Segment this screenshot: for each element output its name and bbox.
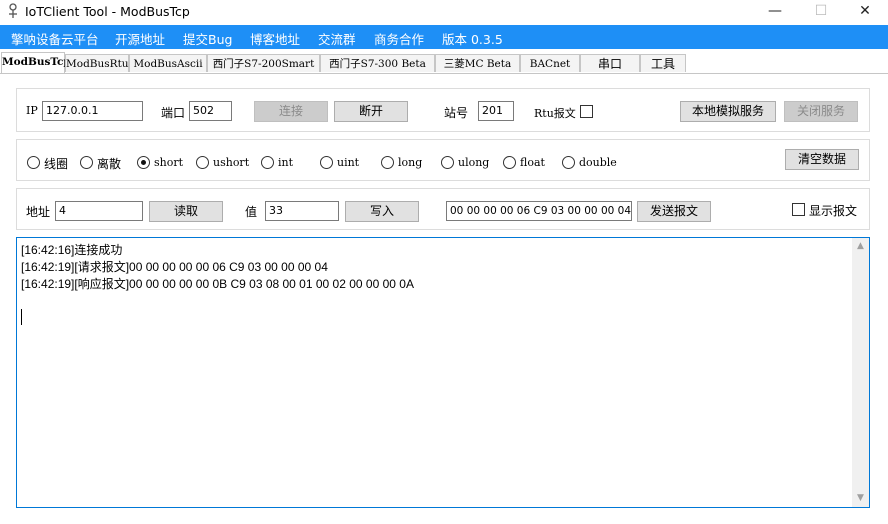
- tab-s7-300[interactable]: 西门子S7-300 Beta: [320, 54, 435, 72]
- radio-coil-label: 线圈: [44, 157, 69, 171]
- rtu-label: Rtu报文: [534, 107, 576, 120]
- tab-modbusascii[interactable]: ModBusAscii: [129, 54, 207, 72]
- local-sim-service-button[interactable]: 本地模拟服务: [680, 101, 776, 122]
- menu-business[interactable]: 商务合作: [374, 29, 424, 48]
- menu-open-source[interactable]: 开源地址: [115, 29, 165, 48]
- send-packet-button[interactable]: 发送报文: [637, 201, 711, 222]
- radio-ulong-label: ulong: [458, 156, 490, 169]
- connection-group: IP 127.0.0.1 端口 502 连接 断开 站号 201 Rtu报文 本…: [16, 88, 870, 132]
- tab-s7-200smart[interactable]: 西门子S7-200Smart: [207, 54, 320, 72]
- radio-coil[interactable]: [27, 156, 40, 169]
- radio-int-label: int: [278, 156, 294, 169]
- address-label: 地址: [26, 205, 51, 219]
- scroll-up-icon[interactable]: ▲: [852, 238, 869, 255]
- ip-input[interactable]: 127.0.0.1: [42, 101, 143, 121]
- disconnect-button[interactable]: 断开: [334, 101, 408, 122]
- menu-blog[interactable]: 博客地址: [250, 29, 300, 48]
- log-line: [16:42:19][请求报文]00 00 00 00 00 06 C9 03 …: [21, 260, 328, 274]
- value-label: 值: [245, 205, 258, 219]
- window-title: IoTClient Tool - ModBusTcp: [25, 4, 190, 19]
- log-textarea[interactable]: [16:42:16]连接成功 [16:42:19][请求报文]00 00 00 …: [16, 237, 870, 508]
- connect-button[interactable]: 连接: [254, 101, 328, 122]
- address-input[interactable]: 4: [55, 201, 143, 221]
- log-scrollbar[interactable]: ▲ ▼: [852, 238, 869, 507]
- close-button[interactable]: ✕: [842, 0, 888, 25]
- menu-cloud-platform[interactable]: 擎呐设备云平台: [11, 29, 99, 48]
- show-packet-label: 显示报文: [809, 204, 858, 218]
- tab-modbustcp[interactable]: ModBusTcp: [1, 52, 71, 73]
- menu-group[interactable]: 交流群: [318, 29, 356, 48]
- ip-label: IP: [26, 104, 38, 117]
- readwrite-group: 地址 4 读取 值 33 写入 00 00 00 00 06 C9 03 00 …: [16, 188, 870, 230]
- rtu-checkbox[interactable]: [580, 105, 593, 118]
- tab-serial[interactable]: 串口: [580, 54, 640, 72]
- radio-uint-label: uint: [337, 156, 360, 169]
- radio-short[interactable]: [137, 156, 150, 169]
- menu-version[interactable]: 版本 0.3.5: [442, 29, 503, 48]
- port-input[interactable]: 502: [189, 101, 232, 121]
- minimize-button[interactable]: —: [752, 0, 798, 25]
- tab-tools[interactable]: 工具: [640, 54, 686, 72]
- radio-double[interactable]: [562, 156, 575, 169]
- packet-input[interactable]: 00 00 00 00 06 C9 03 00 00 00 04: [446, 201, 632, 221]
- radio-int[interactable]: [261, 156, 274, 169]
- write-button[interactable]: 写入: [345, 201, 419, 222]
- radio-float[interactable]: [503, 156, 516, 169]
- close-service-button[interactable]: 关闭服务: [784, 101, 858, 122]
- radio-long[interactable]: [381, 156, 394, 169]
- app-icon: [9, 3, 17, 18]
- log-line: [16:42:19][响应报文]00 00 00 00 00 0B C9 03 …: [21, 277, 414, 291]
- radio-discrete[interactable]: [80, 156, 93, 169]
- log-line: [16:42:16]连接成功: [21, 243, 123, 257]
- radio-long-label: long: [398, 156, 423, 169]
- type-group: 线圈 离散 short ushort int uint long ulong f…: [16, 139, 870, 181]
- station-input[interactable]: 201: [478, 101, 514, 121]
- maximize-button[interactable]: ☐: [798, 0, 844, 25]
- radio-short-label: short: [154, 156, 184, 169]
- tab-modbusrtu[interactable]: ModBusRtu: [65, 54, 129, 72]
- clear-data-button[interactable]: 清空数据: [785, 149, 859, 170]
- text-caret: [21, 309, 22, 325]
- title-bar: IoTClient Tool - ModBusTcp — ☐ ✕: [0, 0, 888, 25]
- show-packet-checkbox[interactable]: [792, 203, 805, 216]
- menu-bar: 擎呐设备云平台 开源地址 提交Bug 博客地址 交流群 商务合作 版本 0.3.…: [0, 25, 888, 49]
- radio-double-label: double: [579, 156, 617, 169]
- port-label: 端口: [161, 106, 186, 120]
- radio-ulong[interactable]: [441, 156, 454, 169]
- tab-bacnet[interactable]: BACnet: [520, 54, 580, 72]
- read-button[interactable]: 读取: [149, 201, 223, 222]
- radio-uint[interactable]: [320, 156, 333, 169]
- tab-mitsubishi-mc[interactable]: 三菱MC Beta: [435, 54, 520, 72]
- scroll-down-icon[interactable]: ▼: [852, 490, 869, 507]
- radio-discrete-label: 离散: [97, 157, 122, 171]
- radio-float-label: float: [520, 156, 545, 169]
- radio-ushort-label: ushort: [213, 156, 250, 169]
- tab-bar: ModBusTcp ModBusRtu ModBusAscii 西门子S7-20…: [0, 52, 888, 74]
- value-input[interactable]: 33: [265, 201, 339, 221]
- station-label: 站号: [444, 106, 469, 120]
- radio-ushort[interactable]: [196, 156, 209, 169]
- menu-submit-bug[interactable]: 提交Bug: [183, 29, 232, 48]
